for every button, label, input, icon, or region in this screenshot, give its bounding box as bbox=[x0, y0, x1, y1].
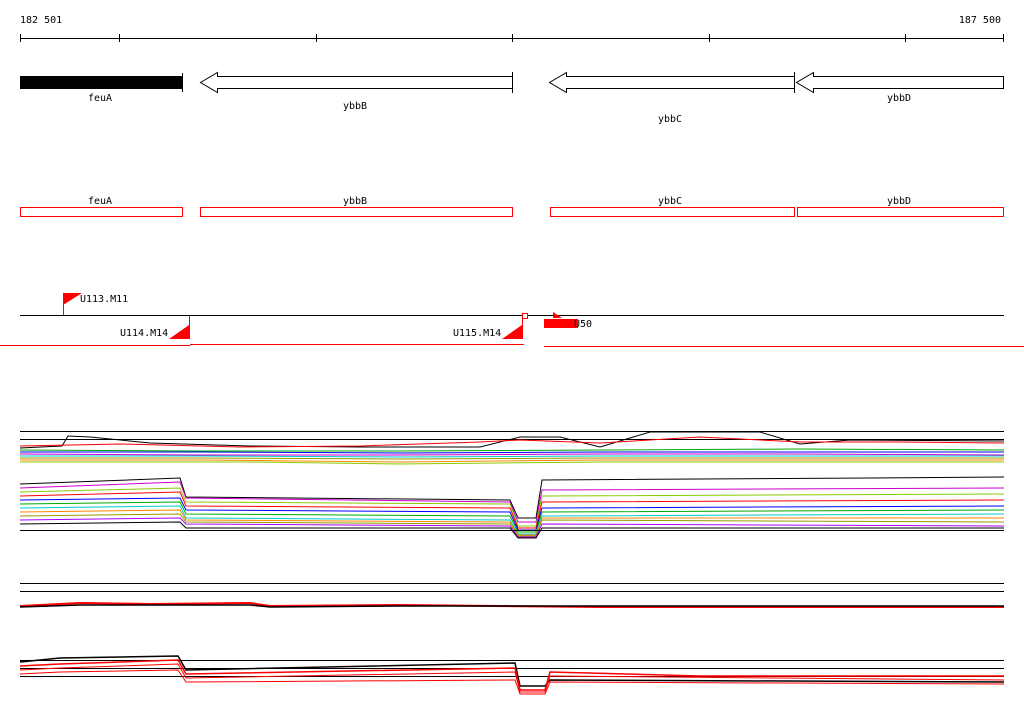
tss-flag-u114[interactable] bbox=[169, 325, 189, 339]
tss-label-u113: U113.M11 bbox=[80, 294, 128, 305]
gene-ybbD-arrow[interactable] bbox=[795, 71, 1004, 94]
annotation-box-feuA[interactable] bbox=[20, 207, 183, 217]
gene-ybbC-arrow[interactable] bbox=[548, 71, 795, 94]
ruler bbox=[20, 34, 1004, 42]
tss-label-u115: U115.M14 bbox=[453, 328, 501, 339]
annotation-label-ybbD: ybbD bbox=[887, 196, 911, 207]
annotation-label-feuA: feuA bbox=[88, 196, 112, 207]
gene-label-ybbD: ybbD bbox=[887, 93, 911, 104]
genome-track-svg: 182 501 187 500 feuA ybbB ybbC ybbD feuA… bbox=[0, 15, 1024, 695]
coord-start-label: 182 501 bbox=[20, 15, 62, 26]
gene-label-ybbC: ybbC bbox=[658, 114, 682, 125]
genome-browser-canvas: 182 501 187 500 feuA ybbB ybbC ybbD feuA… bbox=[0, 0, 1024, 714]
gene-label-feuA: feuA bbox=[88, 93, 112, 104]
annotation-label-ybbB: ybbB bbox=[343, 196, 367, 207]
gene-ybbB-arrow[interactable] bbox=[199, 71, 513, 94]
annotation-box-ybbC[interactable] bbox=[550, 207, 795, 217]
annotation-label-ybbC: ybbC bbox=[658, 196, 682, 207]
gene-track: feuA ybbB ybbC ybbD bbox=[20, 71, 1004, 125]
tss-label-u50: U50 bbox=[574, 319, 592, 330]
gene-label-ybbB: ybbB bbox=[343, 101, 367, 112]
tss-flag-u115[interactable] bbox=[502, 325, 522, 339]
annotation-box-ybbD[interactable] bbox=[797, 207, 1004, 217]
annotation-box-ybbB[interactable] bbox=[200, 207, 513, 217]
expression-track-lower bbox=[19, 583, 1004, 608]
expression-track-bottom bbox=[19, 655, 1005, 695]
expression-track-top bbox=[19, 431, 1005, 465]
tss-label-u114: U114.M14 bbox=[120, 328, 168, 339]
gene-feuA-bar[interactable] bbox=[20, 76, 182, 89]
tss-flag-u50[interactable] bbox=[544, 319, 578, 328]
tss-track: U113.M11 U114.M14 U115.M14 U50 bbox=[0, 293, 1024, 347]
annotation-track: feuA ybbB ybbC ybbD bbox=[20, 196, 1004, 217]
expression-track-middle bbox=[19, 476, 1005, 539]
coord-end-label: 187 500 bbox=[959, 15, 1001, 26]
